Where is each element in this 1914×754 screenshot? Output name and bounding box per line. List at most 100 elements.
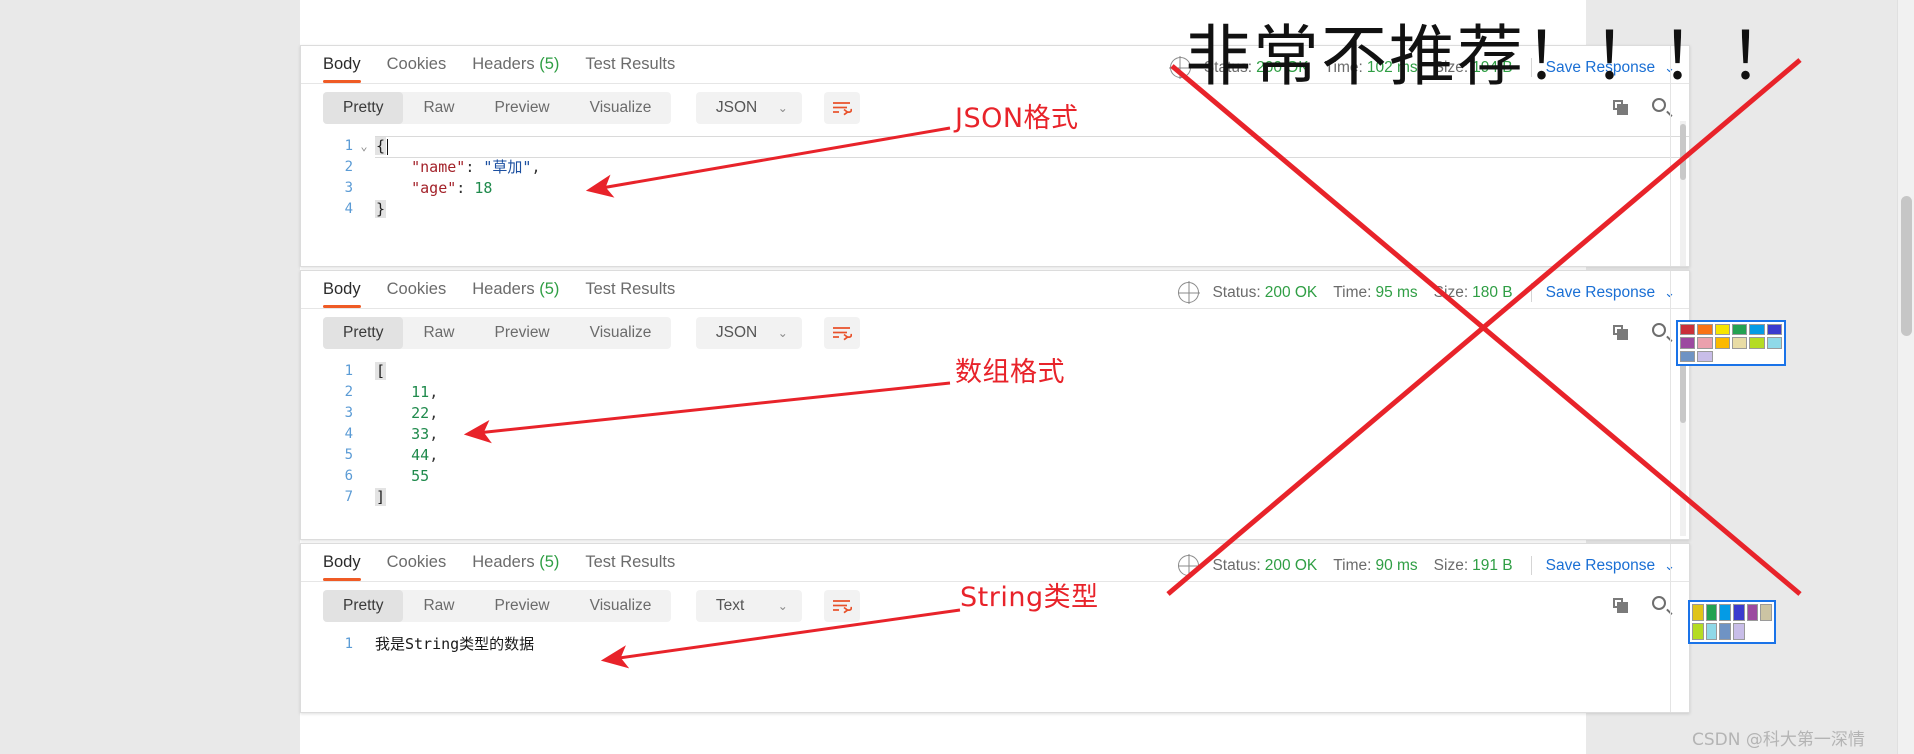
color-swatch[interactable]	[1680, 324, 1696, 336]
view-visualize[interactable]: Visualize	[570, 92, 672, 124]
save-response-button[interactable]: Save Response	[1546, 284, 1655, 302]
panel-scroll-thumb[interactable]	[1680, 363, 1686, 423]
tab-test-results[interactable]: Test Results	[585, 280, 675, 308]
color-swatch[interactable]	[1714, 337, 1730, 349]
tab-headers[interactable]: Headers (5)	[472, 553, 559, 581]
view-mode-segmented: Pretty Raw Preview Visualize	[323, 317, 672, 349]
color-swatch[interactable]	[1680, 350, 1696, 362]
view-raw[interactable]: Raw	[403, 317, 474, 349]
view-visualize[interactable]: Visualize	[570, 590, 672, 622]
format-select-array[interactable]: JSON ⌄	[695, 317, 802, 349]
wrap-lines-button[interactable]	[824, 590, 861, 622]
color-swatch[interactable]	[1731, 324, 1748, 336]
format-select-string[interactable]: Text ⌄	[695, 590, 802, 622]
code-tools-string	[1613, 596, 1671, 615]
status-value: 200 OK	[1264, 283, 1318, 301]
code-token: :	[456, 179, 475, 197]
color-swatch[interactable]	[1733, 604, 1745, 621]
color-swatch[interactable]	[1697, 324, 1713, 336]
wrap-lines-button[interactable]	[824, 92, 861, 124]
color-swatch[interactable]	[1749, 324, 1765, 336]
view-pretty[interactable]: Pretty	[323, 317, 404, 349]
size-value: 191 B	[1472, 556, 1513, 574]
size-label: Size:	[1433, 556, 1469, 574]
color-swatch[interactable]	[1746, 604, 1759, 621]
code-text: 33,	[375, 424, 438, 445]
time-value: 95 ms	[1375, 283, 1418, 301]
code-text: 11,	[375, 382, 438, 403]
format-select-value: JSON	[715, 99, 758, 116]
line-number: 1	[344, 363, 353, 379]
response-body-code-json: 1 ⌄{2 "name": "草加", 3 "age": 18 4}	[301, 132, 1689, 220]
line-number: 2	[344, 159, 353, 175]
format-select-json[interactable]: JSON ⌄	[695, 92, 802, 124]
color-swatch[interactable]	[1697, 337, 1713, 349]
color-swatch[interactable]	[1705, 623, 1718, 640]
view-raw[interactable]: Raw	[403, 590, 474, 622]
chevron-down-icon: ⌄	[777, 599, 788, 613]
color-swatch[interactable]	[1733, 623, 1745, 640]
view-preview[interactable]: Preview	[475, 317, 570, 349]
save-response-button[interactable]: Save Response	[1546, 557, 1655, 575]
color-swatch[interactable]	[1719, 623, 1731, 640]
search-icon[interactable]	[1652, 323, 1671, 342]
page-scrollbar-track[interactable]	[1897, 0, 1914, 754]
line-number: 4	[344, 201, 353, 217]
search-icon[interactable]	[1652, 596, 1671, 615]
code-token: 我是String类型的数据	[375, 635, 535, 653]
view-preview[interactable]: Preview	[475, 92, 570, 124]
response-body-code-string: 1 我是String类型的数据	[301, 630, 1689, 655]
color-swatch[interactable]	[1749, 337, 1765, 349]
color-swatch[interactable]	[1766, 324, 1782, 336]
code-text: ]	[375, 487, 387, 508]
tab-body[interactable]: Body	[323, 55, 361, 83]
color-swatch[interactable]	[1719, 604, 1731, 621]
code-line: 2 "name": "草加",	[301, 157, 1689, 178]
page-scrollbar-thumb[interactable]	[1901, 196, 1912, 336]
view-pretty[interactable]: Pretty	[323, 92, 404, 124]
tab-cookies[interactable]: Cookies	[387, 553, 447, 581]
color-swatch[interactable]	[1705, 604, 1718, 621]
view-visualize[interactable]: Visualize	[570, 317, 672, 349]
fold-toggle-icon[interactable]: ⌄	[353, 136, 375, 157]
color-swatch[interactable]	[1697, 350, 1713, 362]
search-icon[interactable]	[1652, 98, 1671, 117]
panel-scroll-thumb[interactable]	[1680, 124, 1686, 180]
line-number: 3	[344, 405, 353, 421]
color-palette-bottom[interactable]	[1688, 600, 1776, 644]
tab-headers-label: Headers	[472, 553, 535, 571]
tab-cookies-label: Cookies	[386, 55, 447, 73]
color-swatch[interactable]	[1692, 623, 1704, 640]
wrap-lines-button[interactable]	[824, 317, 861, 349]
color-swatch[interactable]	[1766, 337, 1782, 349]
code-token: "age"	[411, 179, 457, 197]
tab-body[interactable]: Body	[323, 280, 361, 308]
color-swatch[interactable]	[1680, 337, 1696, 349]
code-token: "name"	[411, 158, 466, 176]
code-text: 55	[375, 466, 429, 487]
tab-cookies-label: Cookies	[386, 553, 447, 571]
tab-headers[interactable]: Headers (5)	[472, 280, 559, 308]
copy-icon[interactable]	[1613, 598, 1628, 613]
copy-icon[interactable]	[1613, 100, 1628, 115]
code-line: 1 我是String类型的数据	[301, 634, 1689, 655]
line-number: 7	[344, 489, 353, 505]
tab-test-results[interactable]: Test Results	[585, 553, 675, 581]
annotation-label-string: String类型	[960, 582, 1099, 613]
color-swatch[interactable]	[1692, 604, 1704, 621]
view-preview[interactable]: Preview	[475, 590, 570, 622]
color-swatch[interactable]	[1760, 604, 1772, 621]
view-pretty[interactable]: Pretty	[323, 590, 404, 622]
code-line: 1 ⌄{	[301, 136, 1689, 157]
copy-icon[interactable]	[1613, 325, 1628, 340]
color-swatch[interactable]	[1714, 324, 1730, 336]
color-swatch[interactable]	[1731, 337, 1748, 349]
tab-headers[interactable]: Headers (5)	[472, 55, 559, 83]
tab-cookies[interactable]: Cookies	[387, 55, 447, 83]
tab-test-results[interactable]: Test Results	[585, 55, 675, 83]
tab-body[interactable]: Body	[323, 553, 361, 581]
view-raw[interactable]: Raw	[403, 92, 474, 124]
tab-cookies[interactable]: Cookies	[387, 280, 447, 308]
color-palette-top[interactable]	[1676, 320, 1786, 366]
